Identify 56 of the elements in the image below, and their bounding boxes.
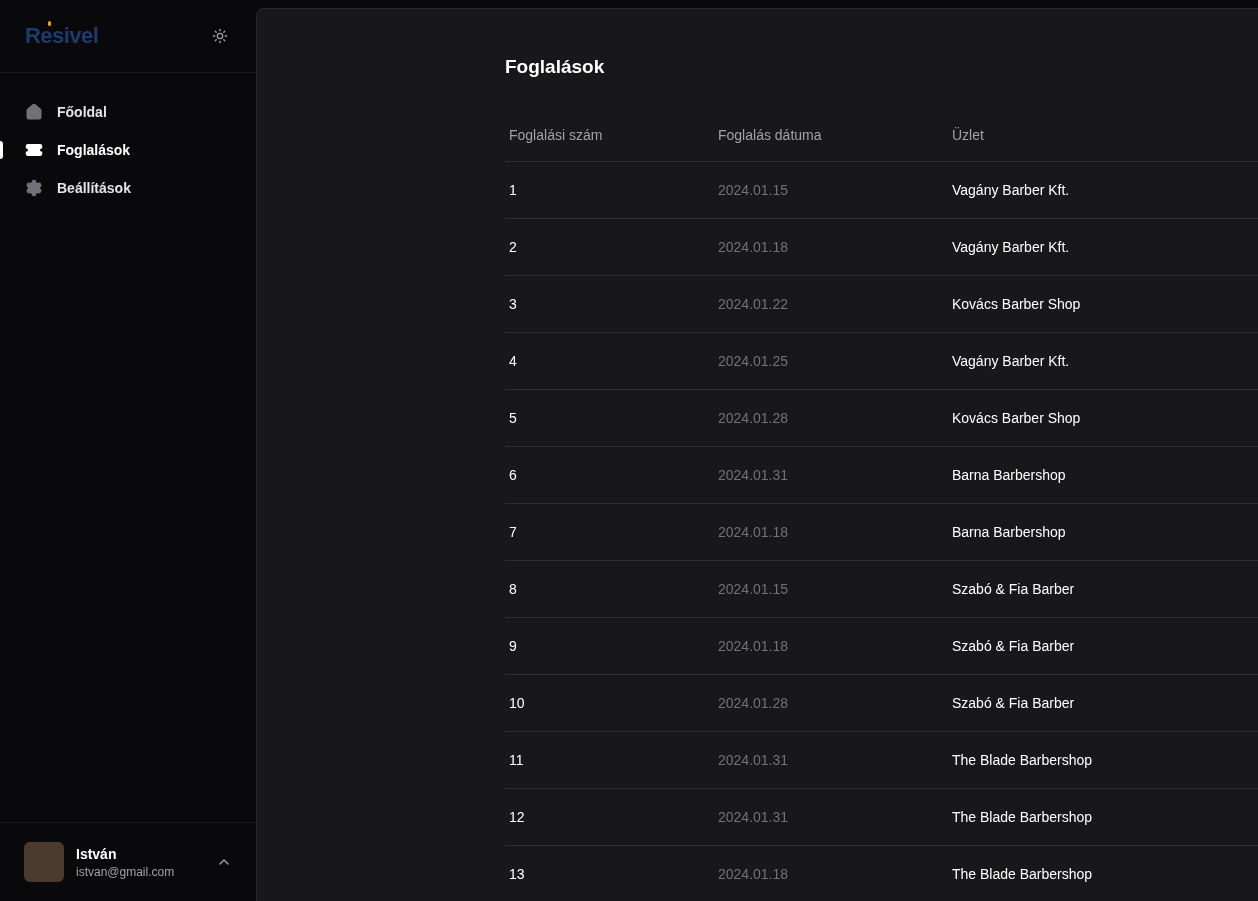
- table-cell: Szabó & Fia Barber: [948, 674, 1258, 732]
- table-cell: 2024.01.28: [714, 389, 948, 447]
- table-cell: 2024.01.18: [714, 845, 948, 901]
- table-cell: Kovács Barber Shop: [948, 389, 1258, 447]
- sidebar-item[interactable]: Beállítások: [0, 172, 143, 204]
- table-cell: 2024.01.18: [714, 617, 948, 675]
- table-cell: 2024.01.25: [714, 332, 948, 390]
- sun-icon: [212, 28, 228, 44]
- user-name: István: [76, 845, 118, 864]
- active-indicator: [0, 141, 3, 159]
- table-cell: 5: [505, 389, 714, 447]
- column-header: Foglalás dátuma: [714, 121, 948, 162]
- table-cell: The Blade Barbershop: [948, 788, 1258, 846]
- table-cell: 9: [505, 617, 714, 675]
- table-cell: 10: [505, 674, 714, 732]
- table-cell: 2024.01.28: [714, 674, 948, 732]
- table-cell: Szabó & Fia Barber: [948, 560, 1258, 618]
- table-cell: Szabó & Fia Barber: [948, 617, 1258, 675]
- table-cell: The Blade Barbershop: [948, 731, 1258, 789]
- home-icon: [25, 103, 43, 121]
- table-cell: 1: [505, 161, 714, 219]
- table-cell: 11: [505, 731, 714, 789]
- logo-text: Resivel: [25, 27, 99, 45]
- sidebar-item[interactable]: Főoldal: [0, 96, 119, 128]
- page-title: Foglalások: [505, 55, 606, 79]
- table-cell: Kovács Barber Shop: [948, 275, 1258, 333]
- table-cell: The Blade Barbershop: [948, 845, 1258, 901]
- table-cell: 2024.01.31: [714, 446, 948, 504]
- table-cell: 8: [505, 560, 714, 618]
- logo-accent-icon: [48, 21, 51, 26]
- user-email: istvan@gmail.com: [76, 864, 176, 880]
- table-cell: Vagány Barber Kft.: [948, 161, 1258, 219]
- table-cell: 2024.01.18: [714, 218, 948, 276]
- table-cell: 2024.01.22: [714, 275, 948, 333]
- avatar-photo-placeholder: [24, 842, 64, 882]
- table-cell: Vagány Barber Kft.: [948, 332, 1258, 390]
- table-cell: Barna Barbershop: [948, 503, 1258, 561]
- table-cell: 2024.01.31: [714, 731, 948, 789]
- table-cell: Vagány Barber Kft.: [948, 218, 1258, 276]
- sidebar-item[interactable]: Foglalások: [0, 134, 143, 166]
- table-cell: 13: [505, 845, 714, 901]
- table-cell: 7: [505, 503, 714, 561]
- table-cell: 12: [505, 788, 714, 846]
- gear-icon: [25, 179, 43, 197]
- table-cell: Barna Barbershop: [948, 446, 1258, 504]
- table-cell: 2024.01.31: [714, 788, 948, 846]
- ticket-icon: [25, 141, 43, 159]
- column-header: Foglalási szám: [505, 121, 714, 162]
- table-cell: 2024.01.18: [714, 503, 948, 561]
- table-cell: 2024.01.15: [714, 560, 948, 618]
- table-cell: 2: [505, 218, 714, 276]
- table-cell: 2024.01.15: [714, 161, 948, 219]
- table-cell: 3: [505, 275, 714, 333]
- table-cell: 6: [505, 446, 714, 504]
- column-header: Üzlet: [948, 121, 1258, 162]
- table-cell: 4: [505, 332, 714, 390]
